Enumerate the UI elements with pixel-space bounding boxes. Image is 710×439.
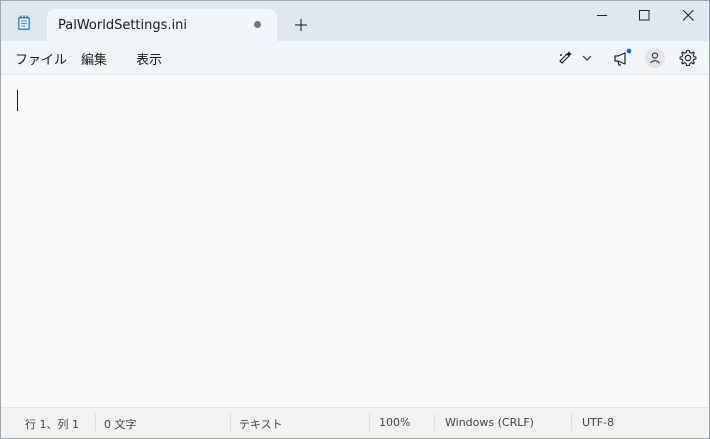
status-cursor-position: 行 1、列 1 xyxy=(25,418,79,431)
text-editor[interactable] xyxy=(1,75,709,408)
minimize-button[interactable] xyxy=(579,1,625,31)
unsaved-indicator-icon[interactable] xyxy=(254,21,261,28)
megaphone-icon[interactable] xyxy=(612,47,634,69)
maximize-icon xyxy=(639,10,650,21)
status-divider xyxy=(95,414,96,431)
status-divider xyxy=(434,414,435,431)
minimize-icon xyxy=(597,15,607,16)
new-tab-icon[interactable] xyxy=(291,15,311,35)
status-zoom[interactable]: 100% xyxy=(379,416,410,429)
menu-bar: ファイル 編集 表示 xyxy=(1,41,709,75)
menu-file[interactable]: ファイル xyxy=(15,49,67,68)
close-icon xyxy=(683,10,694,21)
gear-icon[interactable] xyxy=(678,47,698,69)
status-divider xyxy=(369,414,370,431)
copilot-icon[interactable] xyxy=(557,47,575,69)
maximize-button[interactable] xyxy=(621,1,667,31)
status-divider xyxy=(571,414,572,431)
account-icon[interactable] xyxy=(644,47,666,69)
tab-title: PalWorldSettings.ini xyxy=(58,18,188,33)
status-divider xyxy=(230,414,231,431)
close-button[interactable] xyxy=(665,1,709,31)
tab-palworldsettings[interactable]: PalWorldSettings.ini xyxy=(47,9,277,42)
title-bar[interactable]: PalWorldSettings.ini xyxy=(1,1,709,42)
menu-view[interactable]: 表示 xyxy=(136,49,162,68)
status-format: テキスト xyxy=(239,418,283,431)
notepad-app-icon xyxy=(18,15,30,30)
notepad-window: PalWorldSettings.ini ファイル 編集 表示 行 1、列 1 … xyxy=(0,0,710,439)
status-bar: 行 1、列 1 0 文字 テキスト 100% Windows (CRLF) UT… xyxy=(1,407,709,438)
text-caret xyxy=(17,90,18,111)
status-encoding[interactable]: UTF-8 xyxy=(582,416,614,429)
menu-edit[interactable]: 編集 xyxy=(81,49,107,68)
chevron-down-icon[interactable] xyxy=(581,47,593,69)
status-character-count: 0 文字 xyxy=(104,418,137,431)
status-line-ending[interactable]: Windows (CRLF) xyxy=(445,416,534,429)
